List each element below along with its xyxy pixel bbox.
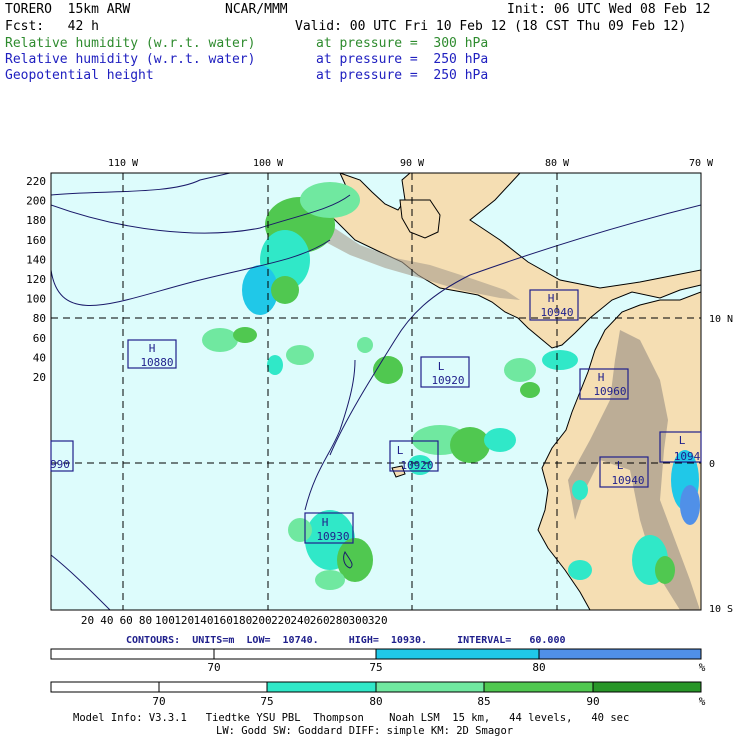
y-tick-label: 160 <box>26 234 46 247</box>
y-tick-label: 100 <box>26 293 46 306</box>
center-4-value: 10960 <box>593 385 626 398</box>
center-7-value: 10930 <box>316 530 349 543</box>
scale1-label-80: 80 <box>532 661 545 674</box>
scale2-label-70: 70 <box>152 695 165 708</box>
color-scale-250hpa <box>50 648 702 660</box>
lon-label-100w: 100 W <box>253 158 284 169</box>
center-8-type: L <box>679 434 686 447</box>
x-tick-label: 280 <box>329 614 349 627</box>
x-tick-label: 240 <box>290 614 310 627</box>
x-tick-label: 180 <box>232 614 252 627</box>
scale1-unit: % <box>699 661 706 674</box>
scale2-unit: % <box>699 695 706 708</box>
lat-label-10n: 10 N <box>709 314 733 325</box>
color-scale-300hpa <box>50 681 702 693</box>
weather-map: H 10880 L 10920 H 10940 H 10960 L 10920 … <box>26 158 733 737</box>
scale1-label-70: 70 <box>207 661 220 674</box>
footer-physics-info: LW: Godd SW: Goddard DIFF: simple KM: 2D… <box>216 725 513 737</box>
x-tick-label: 160 <box>213 614 233 627</box>
y-tick-label: 60 <box>33 332 46 345</box>
center-7-type: H <box>322 516 329 529</box>
x-tick-label: 300 <box>348 614 368 627</box>
footer-model-info: Model Info: V3.3.1 Tiedtke YSU PBL Thomp… <box>73 712 629 724</box>
x-tick-label: 20 <box>81 614 94 627</box>
center-2-type: L <box>438 360 445 373</box>
y-tick-label: 40 <box>33 351 46 364</box>
center-3-value: 10940 <box>540 306 573 319</box>
lon-label-80w: 80 W <box>545 158 570 169</box>
x-tick-label: 40 <box>100 614 113 627</box>
scale2-label-90: 90 <box>586 695 599 708</box>
x-tick-label: 220 <box>271 614 291 627</box>
center-8-value: 1094 <box>674 450 701 463</box>
center-2-value: 10920 <box>431 374 464 387</box>
x-tick-label: 200 <box>252 614 272 627</box>
center-6-type: L <box>617 459 624 472</box>
center-1-value: 10880 <box>140 356 173 369</box>
center-9-value: 990 <box>50 458 70 471</box>
y-tick-label: 220 <box>26 175 46 188</box>
y-tick-label: 180 <box>26 214 46 227</box>
x-tick-label: 320 <box>368 614 388 627</box>
lon-label-110w: 110 W <box>108 158 139 169</box>
y-tick-label: 80 <box>33 312 46 325</box>
center-6-value: 10940 <box>611 474 644 487</box>
x-tick-label: 80 <box>139 614 152 627</box>
scale2-label-80: 80 <box>369 695 382 708</box>
center-4-type: H <box>598 371 605 384</box>
center-5-value: 10920 <box>400 459 433 472</box>
lon-label-90w: 90 W <box>400 158 425 169</box>
scale1-label-75: 75 <box>369 661 382 674</box>
lat-label-0: 0 <box>709 459 715 470</box>
y-tick-label: 120 <box>26 273 46 286</box>
scale2-label-85: 85 <box>477 695 490 708</box>
center-1-type: H <box>149 342 156 355</box>
lon-label-70w: 70 W <box>689 158 714 169</box>
x-tick-label: 140 <box>194 614 214 627</box>
scale2-label-75: 75 <box>260 695 273 708</box>
contour-info: CONTOURS: UNITS=m LOW= 10740. HIGH= 1093… <box>126 635 566 646</box>
x-tick-label: 120 <box>174 614 194 627</box>
center-3-type: H <box>548 292 555 305</box>
x-tick-label: 100 <box>155 614 175 627</box>
y-tick-label: 140 <box>26 253 46 266</box>
y-tick-label: 200 <box>26 195 46 208</box>
y-tick-label: 20 <box>33 371 46 384</box>
center-5-type: L <box>397 444 404 457</box>
x-tick-label: 60 <box>120 614 133 627</box>
lat-label-10s: 10 S <box>709 604 733 615</box>
x-tick-label: 260 <box>310 614 330 627</box>
